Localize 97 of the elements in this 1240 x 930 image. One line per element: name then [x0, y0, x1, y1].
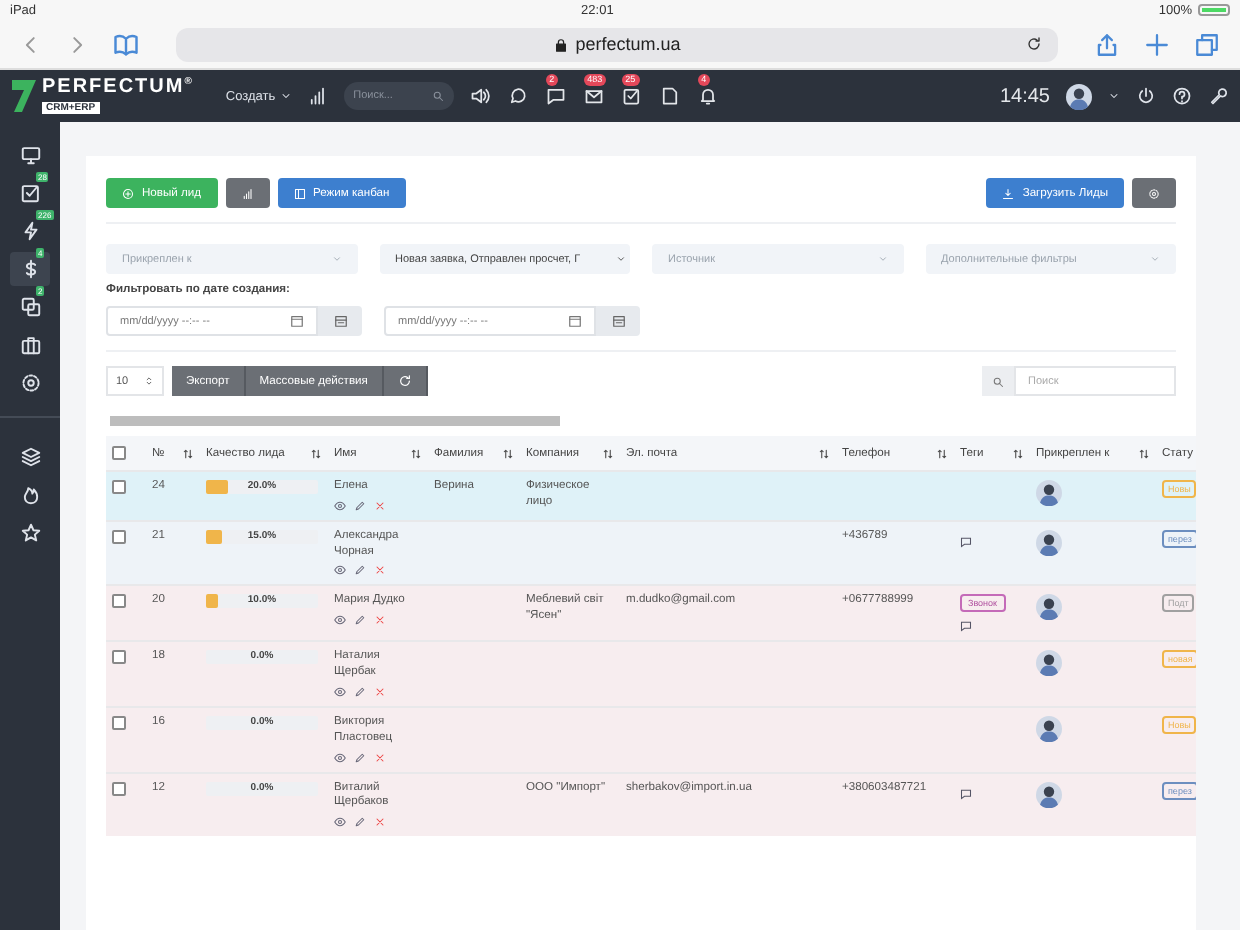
address-bar[interactable]: perfectum.ua [176, 27, 1058, 61]
sort-icon [602, 447, 614, 459]
document-icon [659, 86, 680, 106]
sort-icon [182, 447, 194, 459]
battery-icon [1197, 4, 1230, 16]
download-icon [1002, 187, 1015, 199]
row-checkbox[interactable] [112, 594, 126, 609]
view-icon [334, 564, 346, 577]
settings-icon [19, 372, 41, 394]
delete-icon [374, 685, 386, 698]
calendar-button[interactable] [318, 306, 362, 336]
caret-icon [877, 254, 887, 264]
monitor-icon [19, 144, 41, 166]
avatar-icon [1036, 529, 1062, 556]
row-checkbox[interactable] [112, 715, 126, 730]
layers-icon [19, 446, 41, 468]
plus-circle-icon [122, 187, 134, 199]
sort-icon [1138, 447, 1150, 459]
lightning-icon [19, 220, 41, 242]
caret-icon [279, 90, 292, 102]
avatar-icon [1036, 715, 1062, 742]
copy-icon [19, 296, 41, 318]
edit-icon [354, 499, 366, 512]
caret-icon [1150, 254, 1160, 264]
sort-icon [502, 447, 514, 459]
view-icon [334, 614, 346, 627]
power-icon [1136, 86, 1156, 106]
reload-icon [1026, 36, 1042, 52]
view-icon [334, 751, 346, 763]
delete-icon [374, 564, 386, 577]
sort-icon [818, 447, 830, 459]
caret-icon [616, 254, 626, 264]
view-icon [334, 816, 346, 829]
avatar-icon [1036, 594, 1062, 621]
row-checkbox[interactable] [112, 781, 126, 795]
delete-icon [374, 816, 386, 829]
delete-icon [374, 499, 386, 512]
book-icon [112, 30, 140, 58]
chat-icon [507, 86, 528, 106]
sort-icon [936, 447, 948, 459]
bell-icon [697, 86, 718, 106]
sort-icon [310, 447, 322, 459]
edit-icon [354, 614, 366, 627]
delete-icon [374, 614, 386, 627]
calendar-icon [290, 314, 304, 328]
calendar-icon [333, 314, 347, 328]
sort-icon [410, 447, 422, 459]
calendar-icon [568, 314, 582, 328]
edit-icon [354, 816, 366, 829]
edit-icon [354, 564, 366, 577]
briefcase-icon [19, 334, 41, 356]
calendar-button[interactable] [596, 306, 640, 336]
calendar-icon [611, 314, 625, 328]
search-icon [992, 375, 1004, 387]
task-icon [621, 86, 642, 106]
row-checkbox[interactable] [112, 650, 126, 665]
tabs-icon [1194, 31, 1220, 57]
share-icon [1094, 31, 1120, 57]
refresh-icon [397, 374, 412, 388]
chart-button[interactable] [225, 178, 270, 208]
search-icon [431, 90, 444, 102]
mail-icon [583, 86, 604, 106]
delete-icon [374, 751, 386, 763]
board-icon [293, 187, 306, 199]
wrench-icon [1208, 86, 1228, 106]
lock-icon [553, 37, 568, 51]
sort-icon [1012, 447, 1024, 459]
updown-icon [144, 376, 155, 386]
caret-icon [1108, 90, 1120, 102]
checkbox-icon [19, 182, 41, 204]
bar-chart-icon [241, 187, 254, 199]
plus-icon [1144, 31, 1170, 57]
bar-chart-icon [307, 86, 328, 106]
settings-icon [1148, 187, 1160, 199]
message-icon [545, 86, 566, 106]
row-checkbox[interactable] [112, 480, 126, 494]
search-button[interactable] [982, 366, 1014, 396]
flame-icon [19, 484, 41, 506]
row-checkbox[interactable] [112, 529, 126, 544]
view-icon [334, 685, 346, 698]
refresh-button[interactable] [383, 366, 428, 396]
star-icon [19, 522, 41, 544]
volume-icon [469, 86, 490, 106]
avatar-icon [1036, 650, 1062, 677]
clock: 14:45 [999, 85, 1050, 107]
select-all-checkbox[interactable] [112, 446, 126, 460]
avatar-icon [1036, 480, 1062, 506]
avatar-icon[interactable] [1066, 83, 1092, 109]
settings-button[interactable] [1132, 178, 1176, 208]
avatar-icon [1036, 781, 1062, 807]
view-icon [334, 499, 346, 512]
edit-icon [354, 751, 366, 763]
help-icon [1172, 86, 1192, 106]
caret-icon [331, 254, 341, 264]
logo-icon [12, 80, 36, 112]
edit-icon [354, 685, 366, 698]
scrollbar[interactable] [110, 416, 560, 426]
